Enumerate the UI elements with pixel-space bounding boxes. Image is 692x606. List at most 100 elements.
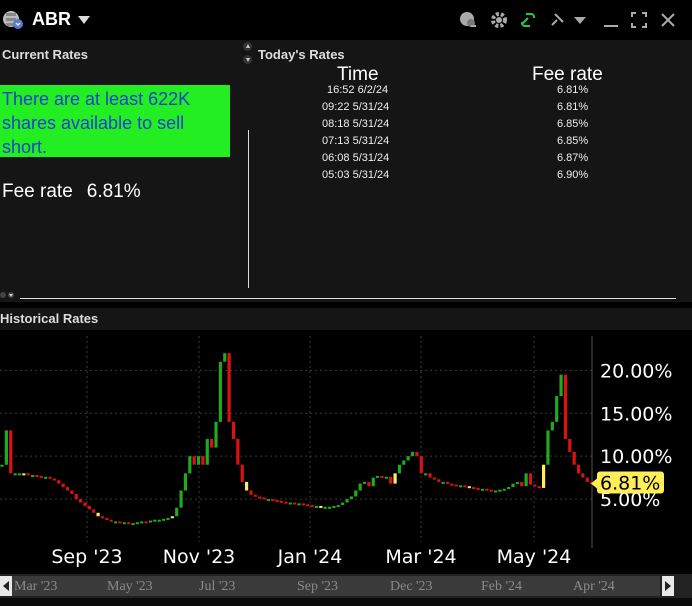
scroll-date-label: Sep '23 bbox=[297, 579, 339, 594]
ticker-dropdown-icon[interactable] bbox=[78, 16, 90, 24]
rate-candle bbox=[157, 519, 161, 522]
rate-candle bbox=[140, 521, 144, 524]
rate-candle bbox=[576, 464, 581, 474]
rate-candle bbox=[205, 439, 209, 465]
rate-row-time: 09:22 5/31/24 bbox=[322, 101, 390, 113]
rate-candle bbox=[30, 475, 35, 478]
rate-candle bbox=[231, 421, 236, 439]
rate-row-fee: 6.85% bbox=[557, 118, 589, 130]
rate-candle bbox=[52, 478, 57, 481]
rate-candle bbox=[515, 481, 519, 484]
rate-candle bbox=[279, 500, 284, 503]
rate-candle bbox=[445, 481, 450, 484]
rate-candle bbox=[214, 421, 218, 448]
rate-candle bbox=[135, 522, 139, 525]
rate-candle bbox=[144, 521, 148, 524]
rate-candle bbox=[563, 374, 568, 439]
title-bar: ABR bbox=[0, 0, 692, 40]
rate-candle bbox=[362, 481, 367, 484]
x-tick-label: Jan '24 bbox=[277, 546, 343, 568]
rate-candle bbox=[541, 464, 546, 488]
y-tick-label: 10.00% bbox=[600, 446, 672, 468]
panel-divider[interactable] bbox=[248, 130, 249, 288]
minimize-icon[interactable] bbox=[601, 10, 621, 30]
rate-candle bbox=[284, 501, 288, 504]
rate-row-fee: 6.81% bbox=[557, 101, 589, 113]
rate-candle bbox=[476, 487, 480, 490]
rate-candle bbox=[376, 475, 380, 478]
rate-candle bbox=[240, 464, 244, 482]
rate-candle bbox=[175, 507, 179, 517]
rate-candle bbox=[336, 505, 340, 508]
chat-icon[interactable] bbox=[458, 10, 478, 30]
x-tick-label: Mar '24 bbox=[385, 546, 456, 568]
rate-candle bbox=[293, 502, 297, 505]
scroll-left-button[interactable] bbox=[0, 576, 12, 596]
rate-candle bbox=[275, 499, 279, 502]
rate-candle bbox=[459, 485, 463, 488]
rate-candle bbox=[74, 493, 78, 500]
dropdown-icon[interactable] bbox=[570, 10, 590, 30]
rate-candle bbox=[480, 488, 485, 491]
rate-candle bbox=[380, 475, 384, 478]
rate-candle bbox=[100, 516, 105, 519]
close-icon[interactable] bbox=[658, 10, 678, 30]
gear-icon[interactable] bbox=[489, 10, 509, 30]
rate-candle bbox=[432, 477, 436, 480]
rate-candle bbox=[288, 502, 292, 505]
rate-candle bbox=[192, 456, 196, 465]
rate-candle bbox=[358, 483, 362, 491]
rate-candle bbox=[502, 488, 506, 491]
rate-candle bbox=[87, 505, 91, 510]
rate-row-time: 07:13 5/31/24 bbox=[322, 135, 390, 147]
rate-candle bbox=[454, 484, 458, 487]
rate-candle bbox=[44, 476, 48, 479]
scroll-date-label: Mar '23 bbox=[14, 579, 58, 594]
ticker-symbol[interactable]: ABR bbox=[32, 9, 71, 30]
link-icon[interactable] bbox=[518, 10, 538, 30]
scroll-right-button[interactable] bbox=[662, 576, 674, 596]
rate-candle bbox=[314, 505, 319, 508]
rate-candle bbox=[39, 475, 43, 478]
scroll-date-label: Apr '24 bbox=[573, 579, 615, 594]
historical-rates-header: Historical Rates bbox=[0, 308, 692, 330]
rate-candle bbox=[406, 456, 410, 461]
rate-candle bbox=[415, 451, 419, 457]
fee-rate-chart[interactable]: 5.00%10.00%15.00%20.00%Sep '23 Nov '23 Jan… bbox=[0, 336, 692, 572]
rate-candle bbox=[297, 503, 301, 506]
rate-candle bbox=[332, 505, 336, 508]
rate-candle bbox=[472, 487, 476, 490]
rate-candle bbox=[179, 490, 183, 508]
rate-row-fee: 6.87% bbox=[557, 152, 589, 164]
rate-candle bbox=[148, 520, 153, 523]
rate-candle bbox=[258, 496, 262, 499]
rate-candle bbox=[249, 490, 253, 495]
rate-candle bbox=[450, 483, 454, 486]
rate-candle bbox=[253, 494, 257, 497]
expand-icon[interactable] bbox=[629, 10, 649, 30]
expand-down-icon[interactable] bbox=[243, 55, 252, 64]
rate-candle bbox=[4, 430, 8, 465]
rate-candle bbox=[341, 502, 345, 506]
pin-icon[interactable] bbox=[547, 10, 567, 30]
rate-candle bbox=[22, 473, 26, 476]
splitter-toggle-icon[interactable] bbox=[0, 290, 18, 300]
current-rates-title: Current Rates bbox=[2, 47, 88, 62]
historical-chart[interactable]: 5.00% 10.00% 15.00% 20.00% Sep '23 Nov '23 Jan… bbox=[0, 336, 692, 572]
rate-candle bbox=[371, 477, 375, 487]
section-splitter[interactable] bbox=[20, 298, 676, 299]
fee-rate-label: Fee rate bbox=[2, 181, 73, 202]
x-tick-label: Nov '23 bbox=[163, 546, 236, 568]
rate-candle bbox=[271, 499, 275, 502]
rate-candle bbox=[498, 489, 502, 492]
rate-candle bbox=[153, 519, 157, 522]
availability-banner: There are at least 622K shares available… bbox=[0, 85, 230, 157]
time-range-scrollbar[interactable]: Mar '23 May '23 Jul '23 Sep '23 Dec '23 … bbox=[0, 574, 692, 598]
rate-row-time: 05:03 5/31/24 bbox=[322, 169, 390, 181]
y-tick-label: 20.00% bbox=[600, 360, 672, 382]
rate-candle bbox=[537, 486, 541, 489]
collapse-up-icon[interactable] bbox=[243, 42, 252, 51]
rate-candle bbox=[485, 488, 489, 491]
rate-candle bbox=[524, 473, 528, 487]
rate-candle bbox=[17, 473, 22, 476]
